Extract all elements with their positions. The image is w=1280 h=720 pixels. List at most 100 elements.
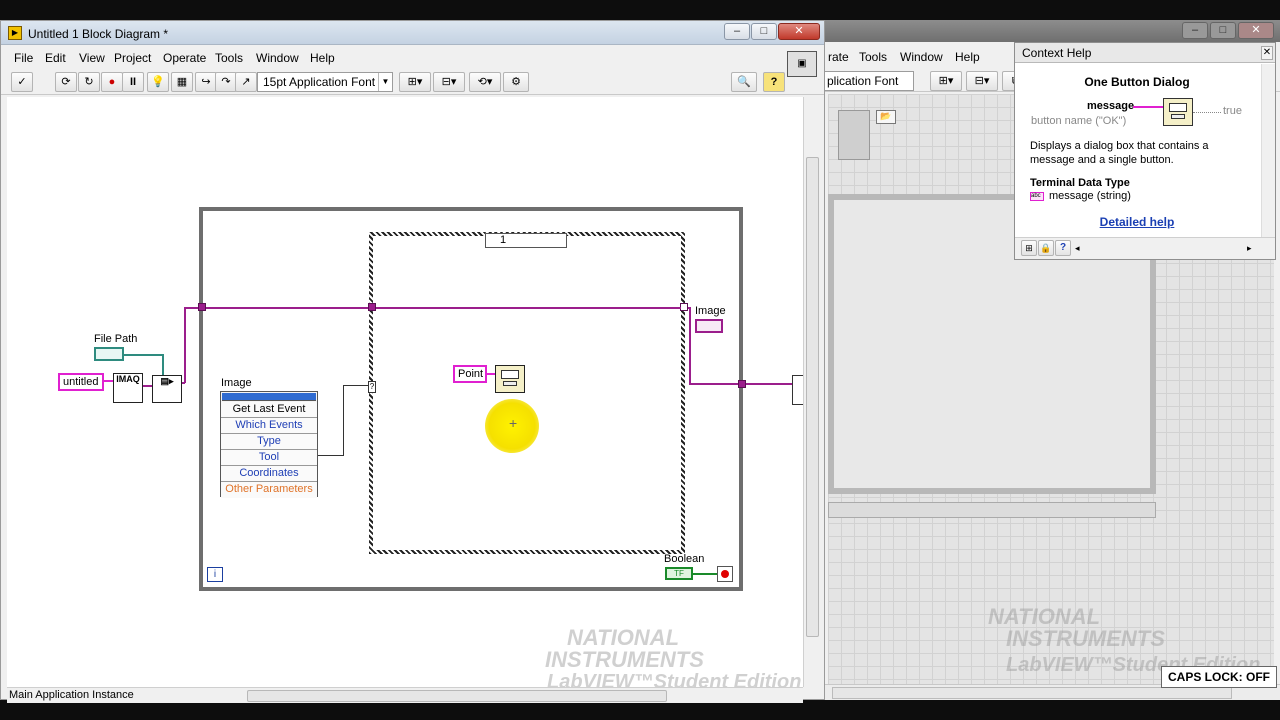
menu-tools[interactable]: Tools [215, 51, 243, 65]
path-wire-vertical[interactable] [162, 354, 164, 376]
toolbar: ✓ ⟳ ↻ ● II 💡 ▦ ↪ ↷ ↗ 15pt Application Fo… [1, 69, 824, 95]
context-help-icon[interactable]: ? [763, 72, 785, 92]
event-structure[interactable] [369, 232, 685, 554]
block-diagram-titlebar[interactable]: ▶ Untitled 1 Block Diagram * – □ ✕ [1, 21, 824, 45]
image-wire-through-event[interactable] [376, 307, 681, 309]
string-wire[interactable] [104, 380, 113, 382]
minimize-button-inactive[interactable]: – [1182, 22, 1208, 39]
image-property-node[interactable]: Get Last Event Which Events Type Tool Co… [220, 391, 318, 498]
tool-wire-vertical[interactable] [343, 385, 344, 456]
menu-file[interactable]: File [14, 51, 33, 65]
front-panel-titlebar[interactable]: – □ ✕ [822, 20, 1280, 42]
show-optional-terminals-icon[interactable]: ⊞ [1021, 240, 1037, 256]
align-icon[interactable]: ⊞▾ [399, 72, 431, 92]
scroll-right-icon[interactable]: ▸ [1247, 243, 1252, 254]
repeat-icon[interactable]: ↻ [78, 72, 100, 92]
reorder-icon[interactable]: ⟲▾ [469, 72, 501, 92]
menu-tools[interactable]: Tools [859, 50, 887, 64]
tool-wire[interactable] [318, 455, 344, 456]
image-wire-right-vertical[interactable] [689, 307, 691, 383]
step-over-icon[interactable]: ↷ [215, 72, 237, 92]
path-wire[interactable] [124, 354, 164, 356]
horizontal-scroll-thumb[interactable] [247, 690, 667, 702]
menu-operate[interactable]: Operate [163, 51, 206, 65]
output-wire-line [1193, 112, 1221, 113]
context-help-toolbar: ⊞ 🔒 ? ◂ ▸ [1015, 237, 1275, 259]
vertical-scroll-thumb[interactable] [806, 157, 819, 637]
distribute-icon[interactable]: ⊟▾ [433, 72, 465, 92]
loop-condition-terminal[interactable] [717, 566, 733, 582]
event-timeout-terminal[interactable]: ? [368, 381, 376, 393]
image-indicator-terminal[interactable] [695, 319, 723, 333]
property-coordinates[interactable]: Coordinates [221, 466, 317, 482]
application-instance-label[interactable]: Main Application Instance [9, 689, 134, 701]
retain-wire-values-icon[interactable]: ▦ [171, 72, 193, 92]
align-icon[interactable]: ⊞▾ [930, 71, 962, 91]
event-output-tunnel[interactable] [680, 303, 688, 311]
close-button-inactive[interactable]: ✕ [1238, 22, 1274, 39]
maximize-button-inactive[interactable]: □ [1210, 22, 1236, 39]
property-type[interactable]: Type [221, 434, 317, 450]
context-help-vscroll[interactable] [1261, 64, 1275, 237]
tool-wire-to-event[interactable] [343, 385, 371, 386]
property-get-last-event[interactable]: Get Last Event [221, 402, 317, 418]
step-out-icon[interactable]: ↗ [235, 72, 257, 92]
iteration-terminal[interactable]: i [207, 567, 223, 582]
menu-window[interactable]: Window [256, 51, 299, 65]
distribute-icon[interactable]: ⊟▾ [966, 71, 998, 91]
maximize-button[interactable]: □ [751, 23, 777, 40]
cleanup-diagram-icon[interactable]: ⚙ [503, 72, 529, 92]
menu-window[interactable]: Window [900, 50, 943, 64]
image-indicator-label: Image [695, 305, 726, 317]
menu-edit[interactable]: Edit [45, 51, 66, 65]
menu-view[interactable]: View [79, 51, 105, 65]
event-input-tunnel[interactable] [368, 303, 376, 311]
search-icon[interactable]: 🔍 [731, 72, 757, 92]
imaq-create-subvi[interactable]: IMAQ [113, 373, 143, 403]
scroll-left-icon[interactable]: ◂ [1075, 243, 1080, 254]
point-string-wire[interactable] [487, 373, 495, 375]
untitled-string-constant[interactable]: untitled [58, 373, 104, 391]
diagram-vertical-scrollbar[interactable] [803, 97, 821, 687]
context-help-titlebar[interactable]: Context Help [1015, 43, 1275, 63]
image-wire-vertical[interactable] [184, 307, 186, 383]
loop-output-tunnel[interactable] [738, 380, 746, 388]
boolean-wire[interactable] [693, 573, 717, 575]
abort-icon[interactable]: ● [101, 72, 123, 92]
property-other-parameters[interactable]: Other Parameters [221, 482, 317, 498]
imaq-readfile-subvi[interactable]: ▤▸ [152, 375, 182, 403]
front-panel-hscroll[interactable] [832, 687, 1232, 699]
event-case-selector[interactable]: 1 [485, 233, 567, 248]
font-ring[interactable]: 15pt Application Font ▼ [257, 72, 393, 92]
property-tool[interactable]: Tool [221, 450, 317, 466]
step-into-icon[interactable]: ↪ [195, 72, 217, 92]
help-icon[interactable]: ? [1055, 240, 1071, 256]
one-button-dialog-subvi[interactable] [495, 365, 525, 393]
menu-help[interactable]: Help [310, 51, 335, 65]
detailed-help-link[interactable]: Detailed help [1015, 215, 1259, 229]
lock-icon[interactable]: 🔒 [1038, 240, 1054, 256]
image-display-scrollbar[interactable] [828, 502, 1156, 518]
property-which-events[interactable]: Which Events [221, 418, 317, 434]
file-path-terminal[interactable] [94, 347, 124, 361]
dialog-glyph-icon [501, 370, 519, 379]
panel-control[interactable] [838, 110, 870, 160]
pause-icon[interactable]: II [122, 72, 144, 92]
close-button[interactable]: ✕ [778, 23, 820, 40]
highlight-execution-icon[interactable]: 💡 [147, 72, 169, 92]
font-ring-partial[interactable]: plication Font [822, 71, 914, 91]
loop-input-tunnel[interactable] [198, 303, 206, 311]
run-arrow-icon[interactable]: ✓ [11, 72, 33, 92]
close-icon[interactable]: ✕ [1261, 46, 1273, 60]
context-help-input-button-name: button name ("OK") [1031, 115, 1127, 127]
minimize-button[interactable]: – [724, 23, 750, 40]
run-continuously-icon[interactable]: ⟳ [55, 72, 77, 92]
point-string-constant[interactable]: Point [453, 365, 487, 383]
menu-help[interactable]: Help [955, 50, 980, 64]
menu-project[interactable]: Project [114, 51, 151, 65]
menu-operate-partial[interactable]: rate [828, 50, 849, 64]
watermark-instruments: INSTRUMENTS [545, 647, 704, 672]
boolean-terminal[interactable]: TF [665, 567, 693, 580]
block-diagram-canvas[interactable]: File Path untitled IMAQ ▤▸ Image Get Las… [7, 97, 804, 693]
folder-icon[interactable]: 📂 [876, 110, 896, 124]
